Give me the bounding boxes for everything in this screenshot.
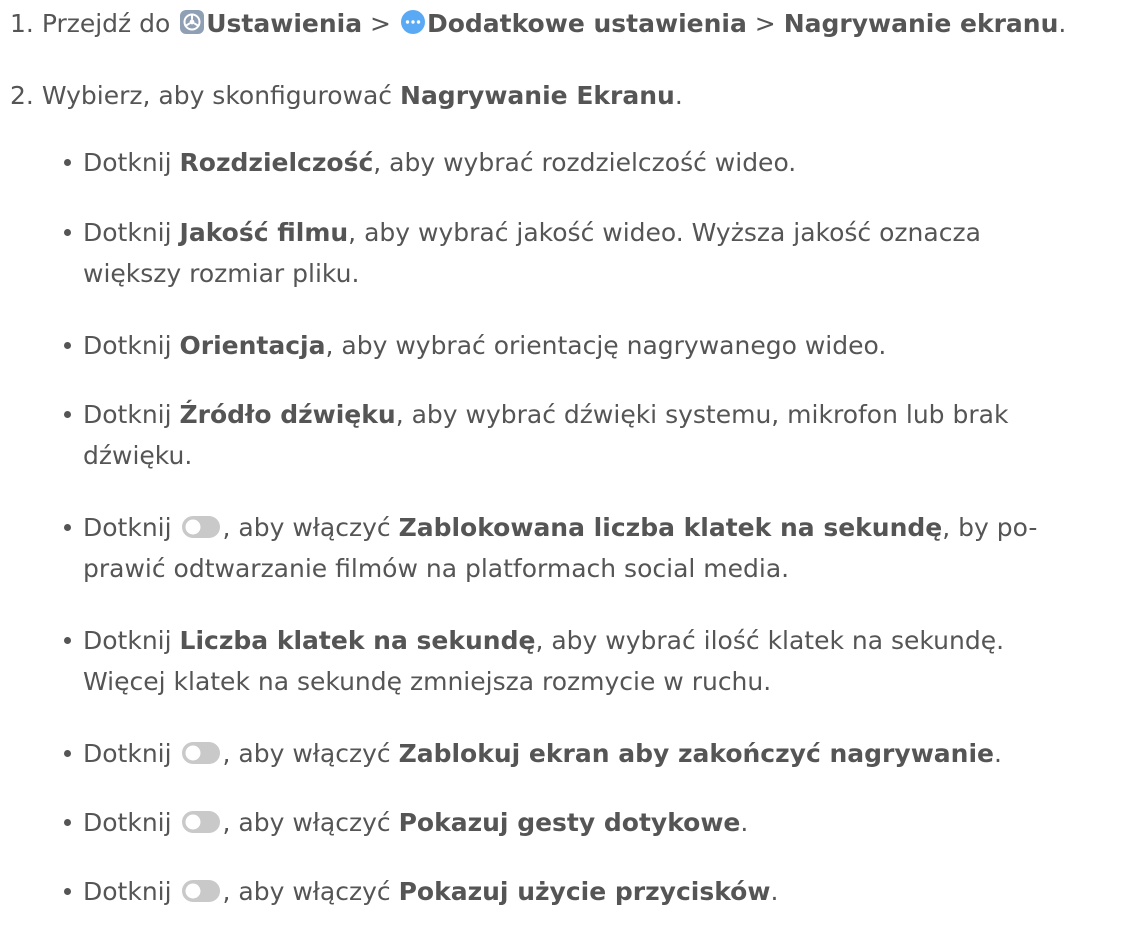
step-text: Przejdź do (41, 9, 171, 38)
list-item-text: Dotknij (83, 218, 172, 247)
option-name: Jakość filmu (179, 218, 349, 247)
list-item: Dotknij , aby włączyć Pokazuj użycie prz… (61, 871, 1071, 912)
option-name: Pokazuj użycie przycisków (398, 877, 771, 906)
option-name: Zablokuj ekran aby zakończyć nagrywanie (398, 739, 994, 768)
list-item-text: , aby wybrać dźwięki systemu, mikrofon l… (395, 400, 1009, 429)
step-number: 1. (10, 9, 34, 38)
separator: > (370, 9, 391, 38)
step-text: Wybierz, aby skonfigurować (41, 81, 393, 110)
list-item-text: , aby włączyć (222, 808, 391, 837)
option-name: Rozdzielczość (179, 148, 374, 177)
list-item: Dotknij Źródło dźwięku, aby wybrać dźwię… (61, 394, 1071, 476)
settings-menu-label: Ustawienia (206, 9, 363, 38)
list-item-text: Dotknij (83, 739, 172, 768)
list-item-text: Dotknij (83, 808, 172, 837)
list-item-text: Dotknij (83, 148, 172, 177)
instruction-document: 1. Przejdź do Ustawienia > Dodatkowe ust… (0, 0, 1121, 934)
more-dots-icon (400, 10, 425, 34)
screen-recording-label: Nagrywanie Ekranu (400, 81, 675, 110)
period: . (1058, 9, 1067, 38)
list-item: Dotknij , aby włączyć Pokazuj gesty doty… (61, 802, 1071, 843)
list-item: Dotknij Liczba klatek na sekundę, aby wy… (61, 620, 1071, 702)
list-item-text: dźwięku. (83, 441, 193, 470)
list-item-text: , aby włączyć (222, 513, 391, 542)
additional-settings-label: Dodatkowe ustawienia (426, 9, 747, 38)
option-name: Liczba klatek na sekundę (179, 626, 536, 655)
list-item-text: prawić odtwarzanie filmów na platformach… (83, 554, 790, 583)
option-name: Pokazuj gesty dotykowe (398, 808, 741, 837)
toggle-switch-icon (181, 742, 220, 764)
list-item-text: . (740, 808, 749, 837)
period: . (674, 81, 683, 110)
settings-gear-icon (180, 10, 205, 34)
list-item-text: . (770, 877, 779, 906)
option-name: Źródło dźwięku (179, 400, 396, 429)
option-name: Orientacja (179, 331, 326, 360)
separator: > (754, 9, 776, 38)
list-item-text: , aby wybrać rozdzielczość wideo. (373, 148, 797, 177)
toggle-switch-icon (181, 516, 220, 538)
list-item-text: Dotknij (83, 331, 172, 360)
list-item-text: Dotknij (83, 877, 172, 906)
list-item-text: Więcej klatek na sekundę zmniejsza rozmy… (83, 667, 772, 696)
step-2: 2. Wybierz, aby skonfigurować Nagrywanie… (10, 75, 683, 116)
list-item-text: Dotknij (83, 513, 172, 542)
list-item-text: , aby wybrać orientację nagrywanego wide… (325, 331, 887, 360)
list-item-text: , aby wybrać ilość klatek na sekundę. (535, 626, 1005, 655)
list-item: Dotknij , aby włączyć Zablokowana liczba… (61, 507, 1071, 589)
toggle-switch-icon (181, 811, 220, 833)
list-item-text: Dotknij (83, 626, 172, 655)
step-number: 2. (10, 81, 34, 110)
list-item-text: większy rozmiar pliku. (83, 259, 360, 288)
step-1: 1. Przejdź do Ustawienia > Dodatkowe ust… (10, 3, 1066, 44)
option-name: Zablokowana liczba klatek na sekundę (398, 513, 943, 542)
list-item-text: , aby wybrać jakość wideo. Wyższa jakość… (348, 218, 981, 247)
list-item: Dotknij Rozdzielczość, aby wybrać rozdzi… (61, 142, 1071, 183)
list-item-text: , aby włączyć (222, 739, 391, 768)
list-item-text: . (993, 739, 1002, 768)
list-item-text: , aby włączyć (222, 877, 391, 906)
list-item: Dotknij Jakość filmu, aby wybrać jakość … (61, 212, 1071, 294)
list-item: Dotknij , aby włączyć Zablokuj ekran aby… (61, 733, 1071, 774)
list-item-text: , by po- (942, 513, 1038, 542)
list-item-text: Dotknij (83, 400, 172, 429)
screen-recording-label: Nagrywanie ekranu (783, 9, 1059, 38)
toggle-switch-icon (181, 880, 220, 902)
list-item: Dotknij Orientacja, aby wybrać orientacj… (61, 325, 1071, 366)
